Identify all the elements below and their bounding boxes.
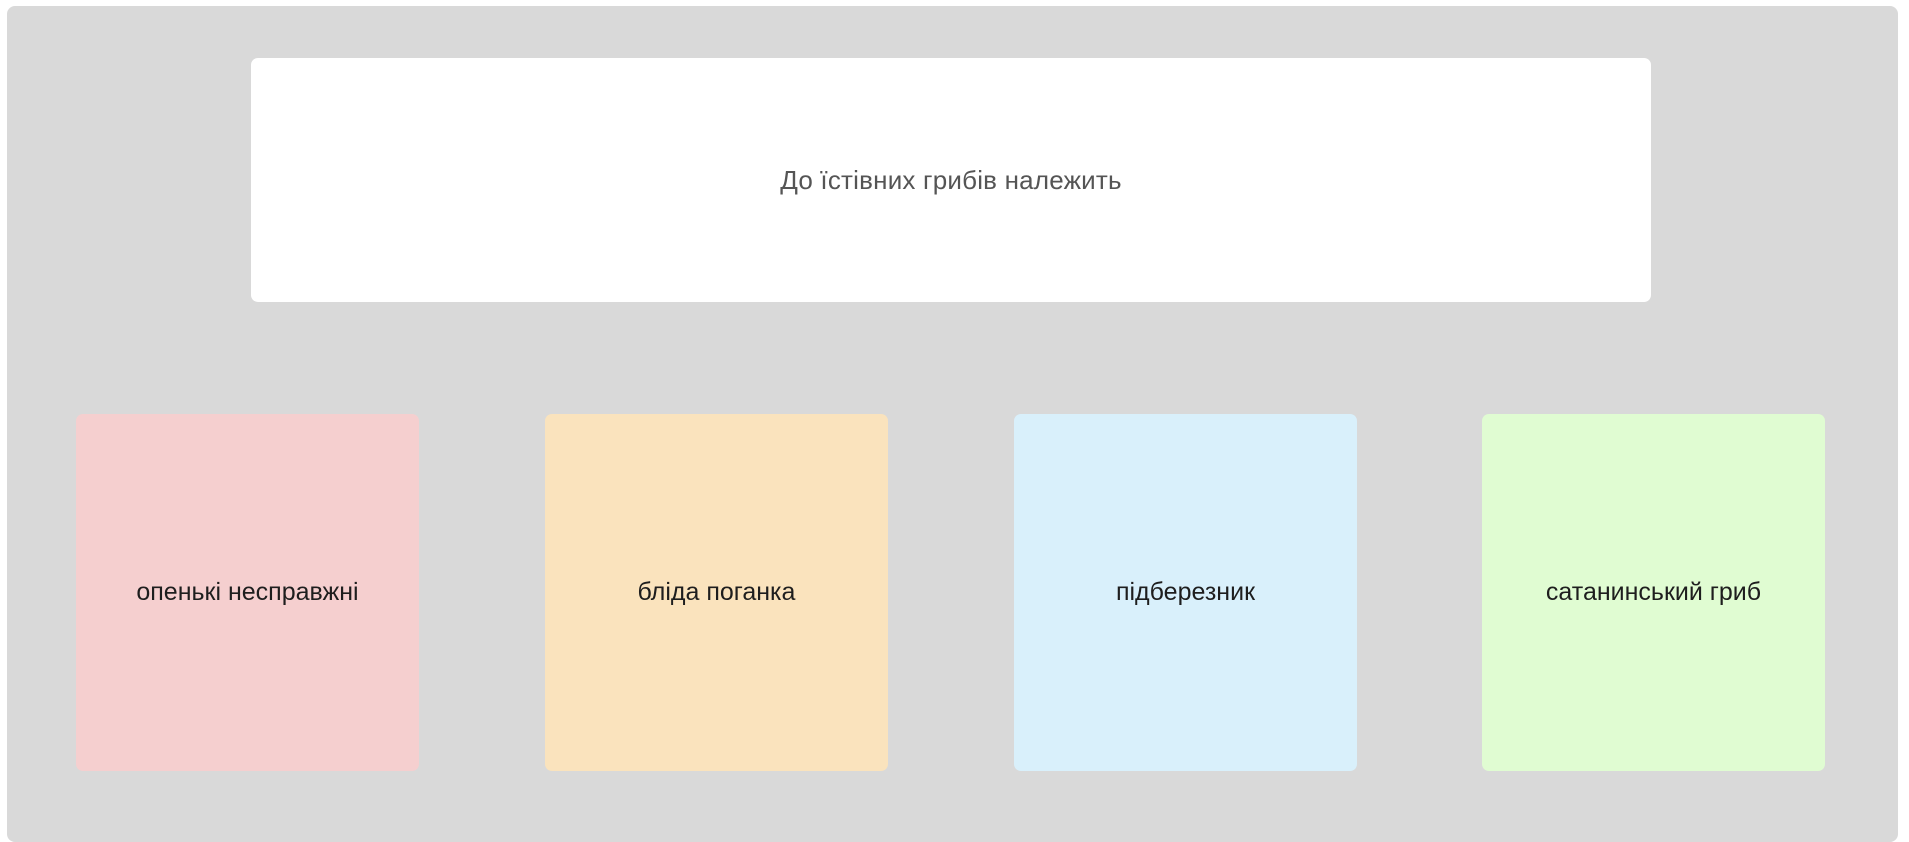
answer-option-4[interactable]: сатанинський гриб bbox=[1482, 414, 1825, 771]
answer-option-3[interactable]: підберезник bbox=[1014, 414, 1357, 771]
answer-option-2[interactable]: бліда поганка bbox=[545, 414, 888, 771]
answer-label: сатанинський гриб bbox=[1545, 578, 1762, 606]
answer-label: опенькі несправжні bbox=[136, 578, 359, 606]
answer-label: підберезник bbox=[1115, 578, 1256, 606]
question-card: До їстівних грибів належить bbox=[251, 58, 1651, 302]
question-text: До їстівних грибів належить bbox=[780, 164, 1122, 195]
quiz-panel: До їстівних грибів належить опенькі несп… bbox=[7, 6, 1898, 842]
answer-label: бліда поганка bbox=[637, 578, 796, 606]
answer-option-1[interactable]: опенькі несправжні bbox=[76, 414, 419, 771]
